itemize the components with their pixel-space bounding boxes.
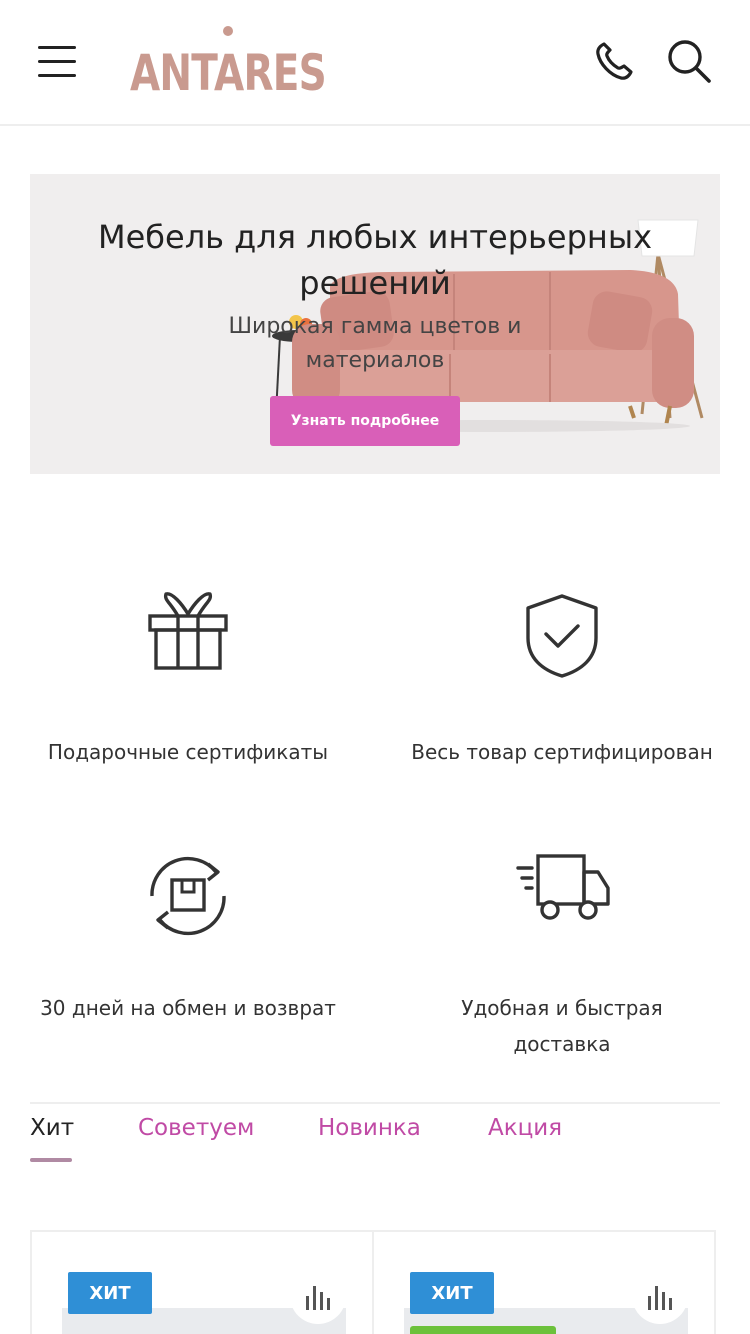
hit-badge: ХИТ	[68, 1272, 152, 1314]
search-icon[interactable]	[664, 36, 714, 86]
gift-icon	[148, 592, 228, 670]
product-image-accent	[410, 1326, 556, 1334]
hamburger-icon[interactable]	[38, 44, 78, 80]
feature-label: Удобная и быстрая доставка	[382, 990, 742, 1062]
compare-chart-icon[interactable]	[290, 1268, 346, 1324]
hit-badge: ХИТ	[410, 1272, 494, 1314]
feature-label: Весь товар сертифицирован	[411, 740, 713, 764]
hero-banner: Мебель для любых интерьерных решений Шир…	[30, 174, 720, 474]
feature-label-text: Удобная и быстрая доставка	[461, 996, 663, 1056]
site-header: ANTARES	[0, 0, 750, 126]
product-card[interactable]: ХИТ	[30, 1230, 374, 1334]
banner-subtitle: Широкая гамма цветов и материалов	[228, 314, 522, 373]
compare-chart-icon[interactable]	[632, 1268, 688, 1324]
tab-hit[interactable]: Хит	[30, 1110, 74, 1146]
product-card[interactable]: ХИТ	[372, 1230, 716, 1334]
logo-dot	[223, 26, 233, 36]
learn-more-button[interactable]: Узнать подробнее	[270, 396, 460, 446]
tab-recommend[interactable]: Советуем	[138, 1110, 254, 1146]
logo[interactable]: ANTARES	[130, 26, 330, 106]
tab-sale[interactable]: Акция	[488, 1110, 562, 1146]
banner-title: Мебель для любых интерьерных решений	[97, 218, 653, 302]
tab-active-indicator	[30, 1158, 72, 1162]
return-box-icon	[150, 856, 226, 936]
phone-icon[interactable]	[592, 38, 638, 84]
logo-text: ANTARES	[130, 44, 327, 102]
delivery-truck-icon	[516, 854, 610, 920]
shield-check-icon	[526, 594, 598, 678]
feature-label: Подарочные сертификаты	[47, 740, 329, 764]
feature-label: 30 дней на обмен и возврат	[40, 996, 336, 1020]
tabs-divider	[30, 1102, 720, 1104]
tab-new[interactable]: Новинка	[318, 1110, 421, 1146]
